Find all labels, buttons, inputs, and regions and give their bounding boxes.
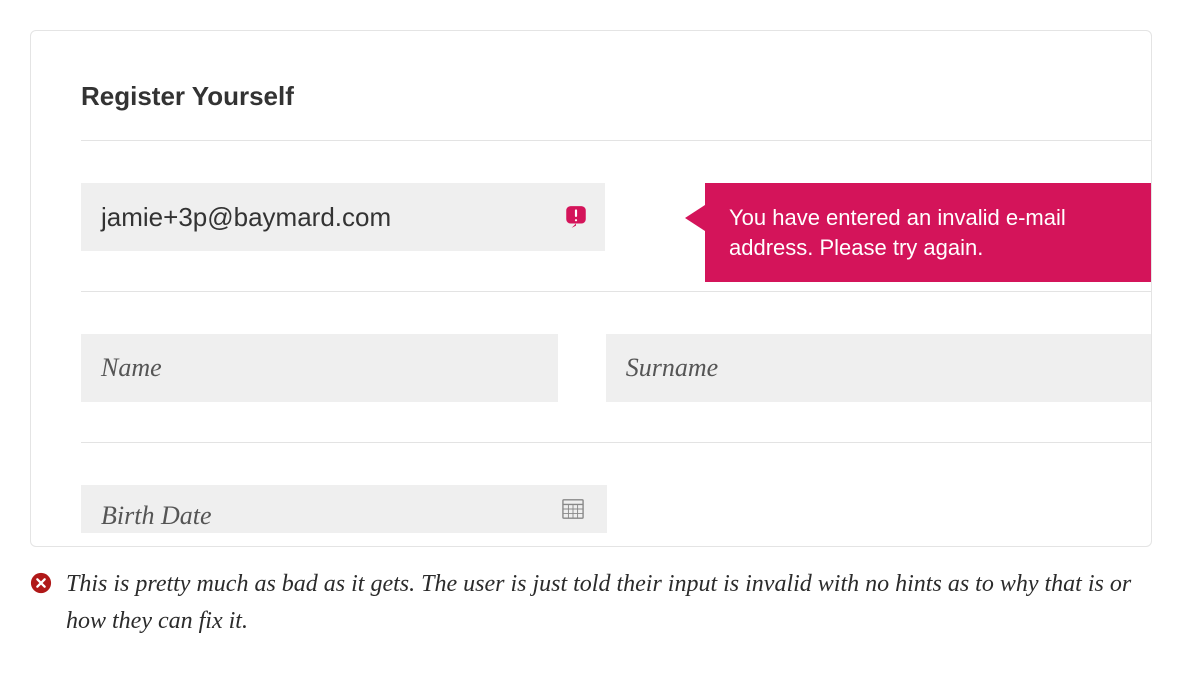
calendar-icon[interactable] xyxy=(561,497,585,519)
name-field[interactable]: Name xyxy=(81,334,558,402)
surname-field[interactable]: Surname xyxy=(606,334,1151,402)
surname-placeholder: Surname xyxy=(626,353,718,383)
error-tooltip: You have entered an invalid e-mail addre… xyxy=(705,183,1152,282)
birth-row: Birth Date xyxy=(81,485,1151,533)
divider xyxy=(81,442,1151,443)
email-field[interactable]: jamie+3p@baymard.com xyxy=(81,183,605,251)
form-title: Register Yourself xyxy=(81,81,1151,112)
close-circle-icon xyxy=(30,572,52,599)
name-placeholder: Name xyxy=(101,353,162,383)
caption-text: This is pretty much as bad as it gets. T… xyxy=(66,566,1150,640)
error-message: You have entered an invalid e-mail addre… xyxy=(729,205,1066,260)
divider xyxy=(81,140,1151,141)
divider xyxy=(81,291,1151,292)
figure-caption: This is pretty much as bad as it gets. T… xyxy=(30,566,1150,640)
birth-placeholder: Birth Date xyxy=(101,501,212,531)
register-form: Register Yourself jamie+3p@baymard.com Y… xyxy=(31,31,1151,533)
alert-icon xyxy=(563,204,589,230)
screenshot-card: Register Yourself jamie+3p@baymard.com Y… xyxy=(30,30,1152,547)
email-value: jamie+3p@baymard.com xyxy=(101,202,391,233)
tooltip-arrow-icon xyxy=(685,205,705,231)
email-row: jamie+3p@baymard.com You have entered an… xyxy=(81,183,1151,251)
name-row: Name Surname xyxy=(81,334,1151,402)
birth-date-field[interactable]: Birth Date xyxy=(81,485,607,533)
